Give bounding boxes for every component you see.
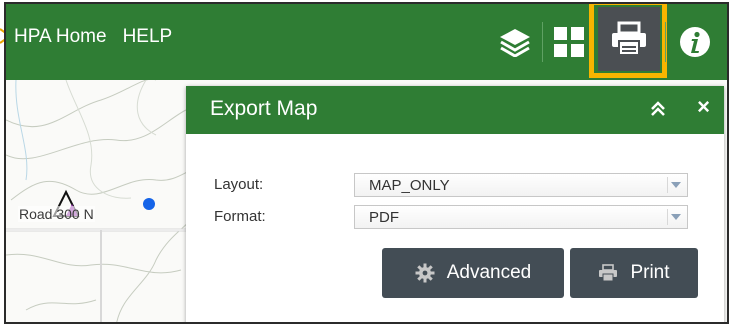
nav-help-link[interactable]: HELP (123, 26, 173, 48)
road-label: Road 300 N (18, 206, 95, 222)
export-map-panel: Export Map × Layout: MAP_ONLY Format: PD… (186, 86, 724, 322)
print-button[interactable]: Print (570, 248, 698, 298)
format-label: Format: (214, 208, 266, 225)
format-select[interactable]: PDF (354, 205, 688, 229)
info-icon (680, 27, 710, 57)
format-value: PDF (369, 209, 399, 226)
print-tool-highlight (589, 4, 667, 78)
app-header: HPA Home HELP (6, 4, 727, 80)
gear-icon (415, 263, 435, 283)
basemap-gallery-button[interactable] (547, 18, 591, 66)
print-label: Print (630, 262, 670, 283)
advanced-label: Advanced (446, 262, 532, 283)
layers-icon (500, 29, 530, 57)
screenshot-frame: Road 300 N HPA Home HELP Export Map × La… (4, 2, 729, 324)
panel-title: Export Map (210, 97, 318, 120)
header-nav: HPA Home HELP (14, 26, 172, 48)
close-icon[interactable]: × (697, 94, 710, 120)
layers-button[interactable] (493, 18, 537, 66)
toolbar-divider (542, 22, 543, 62)
panel-header: Export Map × (186, 86, 724, 134)
chevron-down-icon (667, 177, 684, 193)
collapse-chevron-icon[interactable] (648, 99, 668, 119)
advanced-button[interactable]: Advanced (382, 248, 564, 298)
layout-select[interactable]: MAP_ONLY (354, 173, 688, 197)
printer-icon (599, 264, 618, 282)
about-button[interactable] (671, 18, 719, 66)
layout-label: Layout: (214, 176, 264, 193)
toolbar-divider (665, 22, 666, 62)
layout-value: MAP_ONLY (369, 177, 450, 194)
basemap-grid-icon (554, 27, 584, 57)
location-dot-icon[interactable] (143, 198, 155, 210)
nav-hpa-home-link[interactable]: HPA Home (14, 26, 107, 48)
chevron-down-icon (667, 209, 684, 225)
